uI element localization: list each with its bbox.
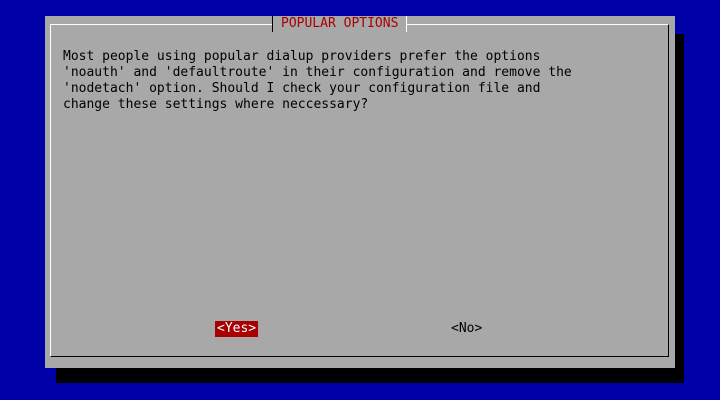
yes-button[interactable]: <Yes>: [215, 321, 259, 337]
popular-options-dialog: POPULAR OPTIONS Most people using popula…: [45, 16, 675, 368]
dialog-title-bar: POPULAR OPTIONS: [272, 16, 408, 32]
no-button[interactable]: <No>: [449, 321, 484, 337]
title-right-separator: [406, 16, 408, 32]
dialog-message: Most people using popular dialup provide…: [63, 49, 572, 112]
dialog-title: POPULAR OPTIONS: [281, 16, 399, 31]
